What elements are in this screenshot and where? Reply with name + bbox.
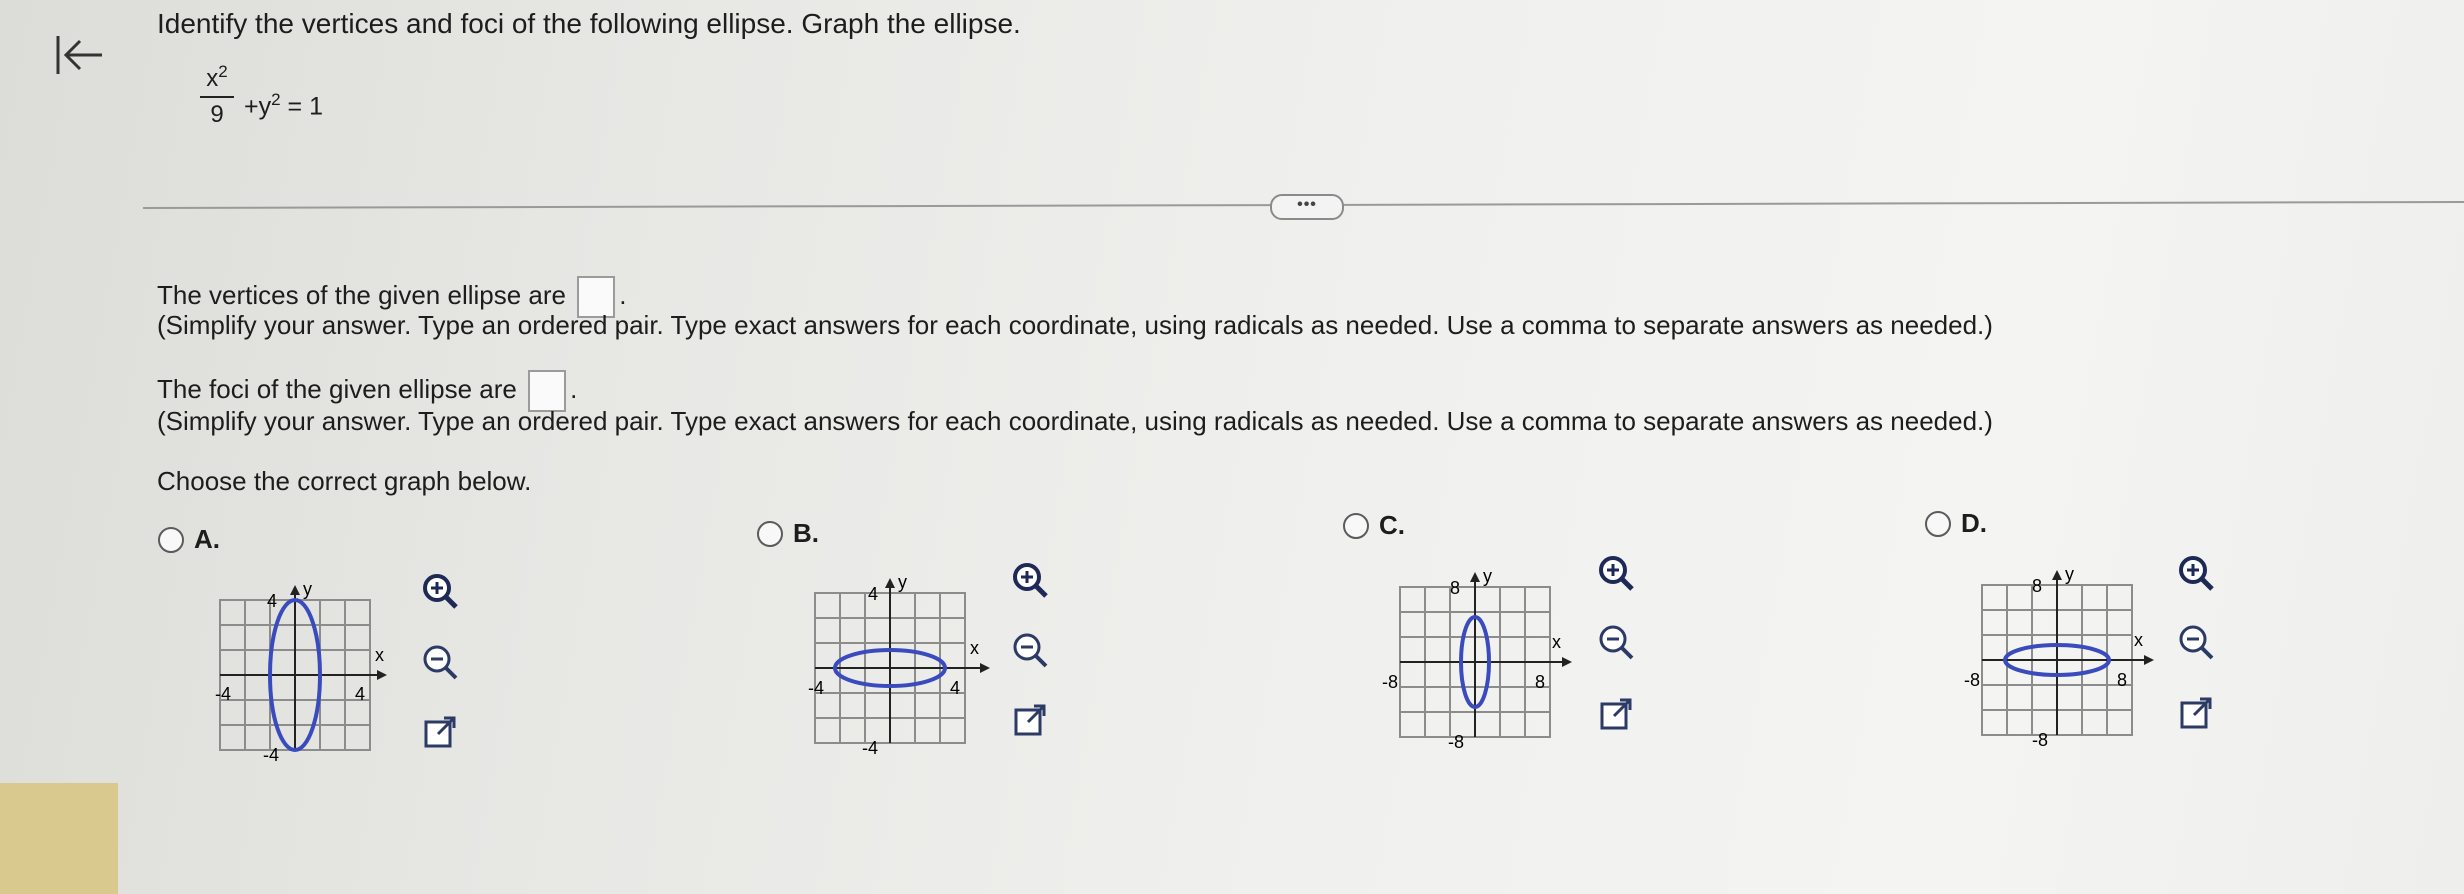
option-a[interactable]: A. (158, 524, 220, 555)
option-c-radio[interactable] (1343, 512, 1369, 539)
option-d-label: D. (1961, 508, 1987, 538)
graph-d-y-bottom-label: -8 (2032, 730, 2048, 750)
graph-b-y-bottom-label: -4 (862, 738, 878, 758)
graph-d-y-top-label: 8 (2032, 576, 2042, 596)
graph-d-y-arrow (2052, 570, 2062, 580)
graph-c: y x 8 -8 -8 8 (1382, 566, 1572, 752)
graph-a-y-label: y (303, 579, 312, 599)
zoom-out-icon[interactable] (1010, 630, 1050, 670)
graph-d-x-left-label: -8 (1964, 670, 1980, 690)
graph-a-x-label: x (375, 645, 384, 665)
graph-c-x-label: x (1552, 632, 1561, 652)
problem-statement: Identify the vertices and foci of the fo… (157, 8, 1021, 39)
option-c[interactable]: C. (1343, 510, 1405, 541)
foci-instruction: (Simplify your answer. Type an ordered p… (157, 406, 1993, 436)
graph-d-x-right-label: 8 (2117, 670, 2127, 690)
graph-a-x-left-label: -4 (215, 684, 231, 704)
zoom-out-icon[interactable] (420, 642, 460, 682)
collapse-left-arrow-icon[interactable] (52, 30, 108, 80)
zoom-out-icon[interactable] (1596, 622, 1636, 662)
option-d-radio[interactable] (1925, 510, 1951, 537)
graph-d: y x 8 -8 -8 8 (1964, 564, 2154, 750)
open-external-icon[interactable] (420, 712, 460, 752)
option-b-radio[interactable] (757, 520, 783, 547)
fraction-bar (200, 96, 234, 98)
graph-c-y-top-label: 8 (1450, 578, 1460, 598)
open-external-icon[interactable] (2176, 693, 2216, 733)
ellipse-equation: x2 9 +y2 = 1 (200, 62, 400, 142)
graph-a-y-top-label: 4 (267, 591, 277, 611)
graph-b-y-arrow (885, 578, 895, 588)
open-external-icon[interactable] (1010, 700, 1050, 740)
option-b-label: B. (793, 518, 819, 548)
graph-b: y x 4 -4 -4 4 (808, 572, 990, 758)
graph-a-y-bottom-label: -4 (263, 745, 279, 765)
graph-a-x-right-label: 4 (355, 684, 365, 704)
graph-c-x-left-label: -8 (1382, 672, 1398, 692)
graph-b-x-right-label: 4 (950, 678, 960, 698)
graph-c-y-arrow (1470, 572, 1480, 582)
graph-a: y x 4 -4 -4 4 (215, 579, 387, 765)
graph-a-y-arrow (290, 585, 300, 595)
graph-b-y-top-label: 4 (868, 584, 878, 604)
graph-c-x-right-label: 8 (1535, 672, 1545, 692)
graph-c-x-arrow (1562, 657, 1572, 667)
option-d[interactable]: D. (1925, 508, 1987, 539)
background-strip (0, 783, 118, 894)
more-button[interactable]: ••• (1270, 194, 1344, 220)
graph-b-x-left-label: -4 (808, 678, 824, 698)
graph-d-x-arrow (2144, 655, 2154, 665)
equation-numerator: x2 (206, 62, 228, 92)
vertices-instruction: (Simplify your answer. Type an ordered p… (157, 310, 1993, 340)
option-a-label: A. (194, 524, 220, 554)
zoom-in-icon[interactable] (1010, 560, 1050, 600)
graph-c-y-bottom-label: -8 (1448, 732, 1464, 752)
option-a-radio[interactable] (158, 526, 184, 553)
zoom-out-icon[interactable] (2176, 622, 2216, 662)
equation-denominator: 9 (210, 101, 224, 128)
option-b[interactable]: B. (757, 518, 819, 549)
choose-graph-prompt: Choose the correct graph below. (157, 466, 532, 496)
graph-c-y-label: y (1483, 566, 1492, 586)
option-c-label: C. (1379, 510, 1405, 540)
equation-fraction: x2 9 (200, 62, 234, 129)
graph-d-y-label: y (2065, 564, 2074, 584)
graph-b-x-label: x (970, 638, 979, 658)
graph-d-x-label: x (2134, 630, 2143, 650)
graph-a-x-arrow (377, 670, 387, 680)
open-external-icon[interactable] (1596, 694, 1636, 734)
equation-rest: +y2 = 1 (244, 90, 323, 121)
zoom-in-icon[interactable] (2176, 553, 2216, 593)
zoom-in-icon[interactable] (420, 571, 460, 611)
graph-b-y-label: y (898, 572, 907, 592)
zoom-in-icon[interactable] (1596, 553, 1636, 593)
graph-b-x-arrow (980, 663, 990, 673)
